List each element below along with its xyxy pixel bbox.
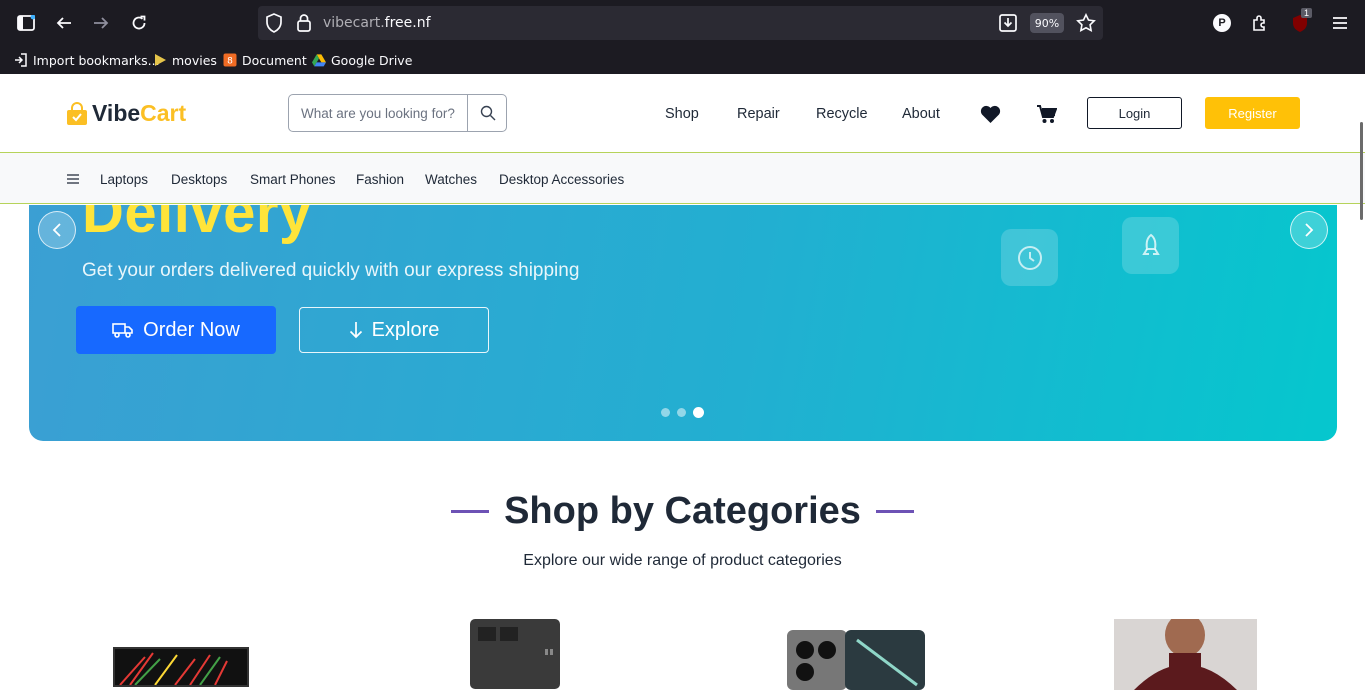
lock-icon[interactable] — [296, 13, 312, 37]
section-title: Shop by Categories — [504, 490, 861, 532]
explore-button[interactable]: Explore — [299, 307, 489, 353]
wishlist-heart-icon[interactable] — [979, 103, 1001, 125]
shield-icon[interactable] — [265, 13, 283, 38]
category-fashion[interactable]: Fashion — [356, 172, 404, 187]
nav-about[interactable]: About — [902, 106, 940, 122]
bookmark-import[interactable]: Import bookmarks... — [14, 51, 160, 69]
search-button[interactable] — [467, 95, 507, 131]
chevron-right-icon — [1305, 223, 1314, 237]
fashion-image — [1114, 613, 1257, 690]
download-icon[interactable] — [998, 13, 1018, 38]
category-card-laptops[interactable] — [28, 600, 334, 690]
address-bar[interactable]: vibecart.free.nf 90% — [258, 6, 1103, 40]
rocket-icon — [1122, 217, 1179, 274]
reload-icon[interactable] — [125, 9, 153, 37]
svg-text:8: 8 — [227, 57, 233, 67]
logo-text-vibe: Vibe — [92, 100, 141, 126]
category-watches[interactable]: Watches — [425, 172, 477, 187]
page-scrollbar[interactable] — [1360, 122, 1363, 220]
hero-subtitle: Get your orders delivered quickly with o… — [82, 260, 580, 281]
sidebar-toggle-icon[interactable] — [12, 9, 40, 37]
bookmark-label: Google Drive — [331, 52, 413, 68]
toolbar: vibecart.free.nf 90% P 1 — [0, 0, 1365, 45]
bookmark-movies[interactable]: movies — [153, 51, 217, 69]
carousel-next-button[interactable] — [1290, 211, 1328, 249]
cart-icon[interactable] — [1036, 103, 1058, 125]
site-logo[interactable]: VibeCart — [66, 100, 186, 127]
truck-icon — [112, 323, 133, 338]
bookmark-label: movies — [172, 52, 217, 68]
category-card-desktops[interactable] — [362, 600, 668, 690]
arrow-down-icon — [349, 322, 362, 339]
search-input[interactable] — [289, 95, 467, 131]
browser-chrome: vibecart.free.nf 90% P 1 Import bookmark… — [0, 0, 1365, 74]
back-icon[interactable] — [50, 9, 78, 37]
profile-avatar-icon[interactable]: P — [1208, 9, 1236, 37]
chevron-left-icon — [52, 223, 61, 237]
forward-icon[interactable] — [87, 9, 115, 37]
order-now-label: Order Now — [143, 318, 240, 341]
title-decor-line — [451, 510, 490, 513]
category-nav: Laptops Desktops Smart Phones Fashion Wa… — [0, 153, 1365, 204]
category-laptops[interactable]: Laptops — [100, 172, 148, 187]
category-card-smart-phones[interactable] — [697, 600, 1003, 690]
extensions-icon[interactable] — [1246, 9, 1274, 37]
url-text[interactable]: vibecart.free.nf — [323, 15, 431, 31]
shopping-bag-icon — [67, 101, 87, 125]
nav-repair[interactable]: Repair — [737, 106, 780, 122]
category-card-fashion[interactable] — [1032, 600, 1338, 690]
bookmarks-toolbar: Import bookmarks... movies 8 Document Go… — [0, 45, 1365, 74]
desktop-image — [470, 619, 560, 689]
order-now-button[interactable]: Order Now — [76, 306, 276, 354]
laptop-image — [113, 647, 249, 687]
nav-recycle[interactable]: Recycle — [816, 106, 868, 122]
search-icon — [480, 105, 495, 121]
title-decor-line — [875, 510, 914, 513]
bookmark-document[interactable]: 8 Document — [223, 51, 307, 69]
carousel-dot-3[interactable] — [693, 407, 704, 418]
profile-initial: P — [1213, 14, 1231, 32]
bookmark-label: Import bookmarks... — [33, 52, 160, 68]
hero-carousel: Delivery Get your orders delivered quick… — [29, 205, 1337, 441]
ublock-icon[interactable]: 1 — [1286, 8, 1314, 37]
login-button[interactable]: Login — [1087, 97, 1182, 129]
section-heading: Shop by Categories — [0, 490, 1365, 533]
carousel-dot-2[interactable] — [677, 408, 686, 417]
site-header: VibeCart Shop Repair Recycle About Login… — [0, 74, 1365, 153]
clock-icon — [1001, 229, 1058, 286]
category-smart-phones[interactable]: Smart Phones — [250, 172, 336, 187]
nav-shop[interactable]: Shop — [665, 106, 699, 122]
category-desktop-accessories[interactable]: Desktop Accessories — [499, 172, 624, 187]
play-icon — [153, 53, 167, 67]
bookmark-star-icon[interactable] — [1076, 12, 1096, 38]
bookmark-google-drive[interactable]: Google Drive — [312, 51, 412, 69]
category-desktops[interactable]: Desktops — [171, 172, 227, 187]
logo-text-cart: Cart — [140, 100, 187, 126]
register-button[interactable]: Register — [1205, 97, 1300, 129]
carousel-prev-button[interactable] — [38, 211, 76, 249]
explore-label: Explore — [371, 318, 440, 341]
ublock-badge: 1 — [1301, 8, 1313, 18]
zoom-level[interactable]: 90% — [1030, 13, 1064, 33]
section-subtitle: Explore our wide range of product catego… — [523, 552, 842, 569]
carousel-indicators — [661, 407, 704, 418]
search-box — [288, 94, 507, 132]
google-drive-icon — [312, 53, 326, 67]
hamburger-menu-icon[interactable] — [67, 172, 79, 184]
menu-icon[interactable] — [1326, 9, 1354, 37]
hero-title: Delivery — [82, 205, 312, 245]
import-icon — [14, 53, 28, 67]
carousel-dot-1[interactable] — [661, 408, 670, 417]
bookmark-label: Document — [242, 52, 307, 68]
smartphone-image — [787, 630, 927, 690]
document-icon: 8 — [223, 53, 237, 67]
